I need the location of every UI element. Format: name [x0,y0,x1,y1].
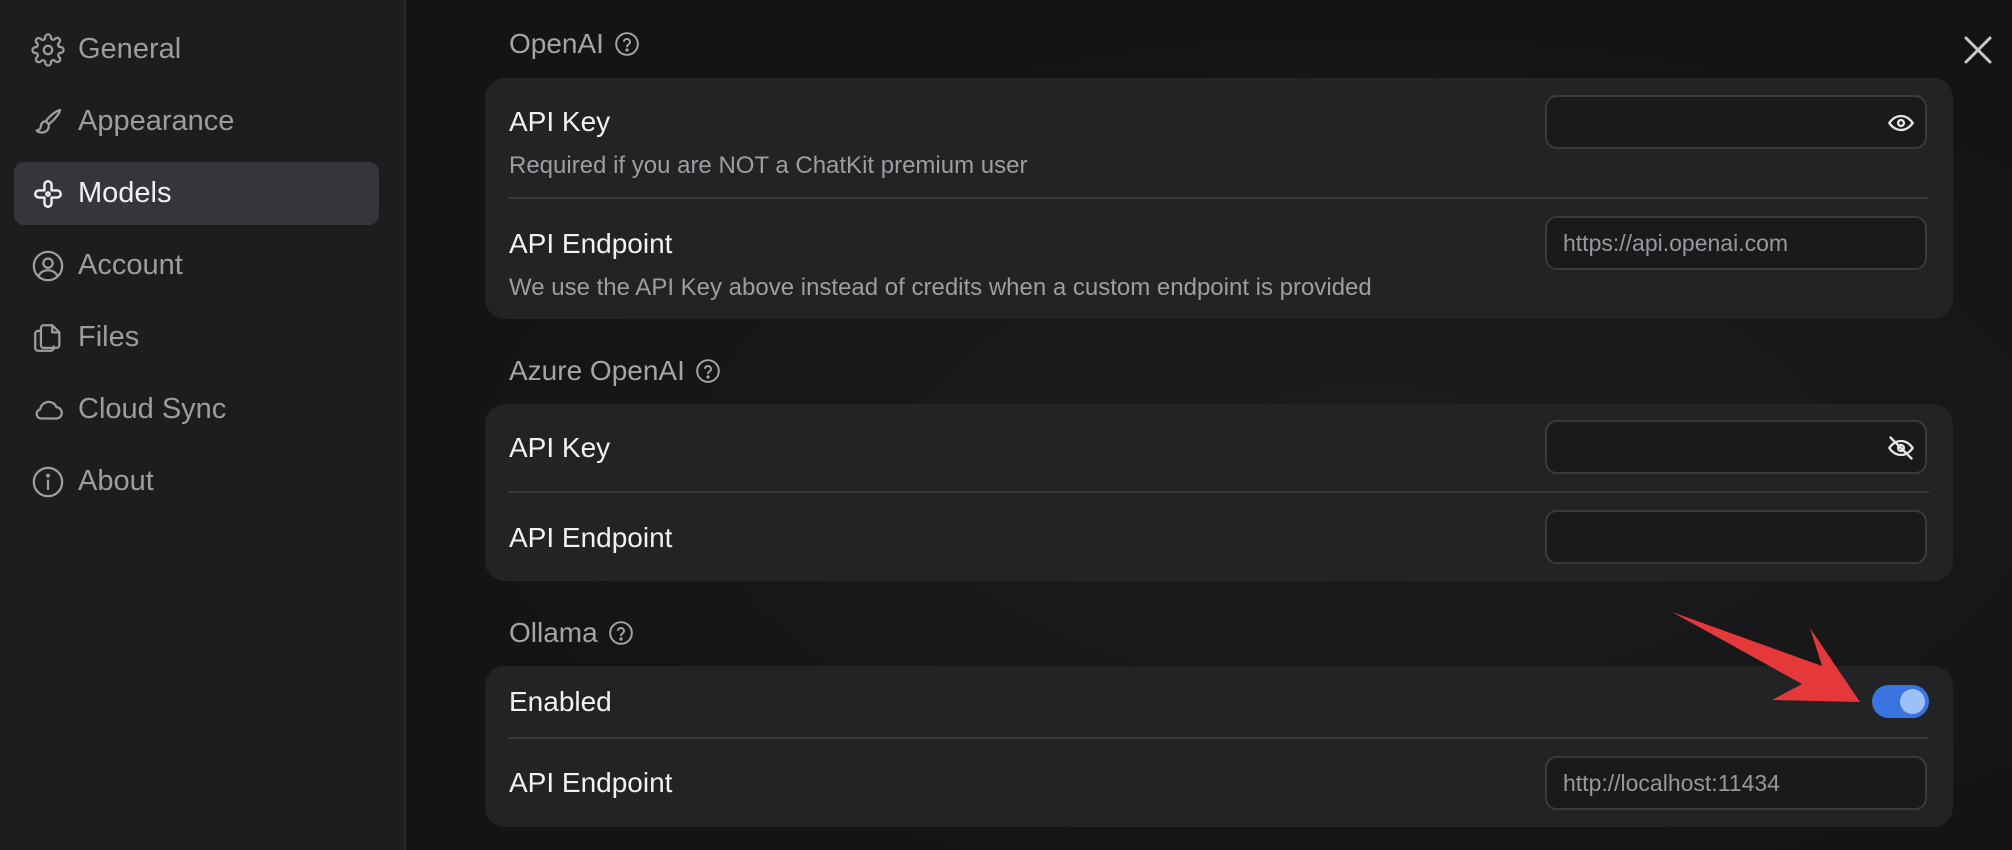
models-icon [31,177,65,211]
ollama-endpoint-label: API Endpoint [509,767,673,798]
section-title-openai: OpenAI [509,28,640,60]
divider [509,491,1929,493]
annotation-arrow-icon [1672,612,1860,702]
openai-api-key-input[interactable] [1563,108,1863,136]
sidebar-item-label: General [78,33,182,65]
section-title-azure: Azure OpenAI [509,355,721,387]
sidebar-item-label: About [78,465,154,497]
ollama-endpoint-field[interactable] [1545,756,1927,810]
help-icon[interactable] [614,31,640,57]
sidebar-item-appearance[interactable]: Appearance [14,90,379,153]
ollama-endpoint-input[interactable] [1563,769,1863,797]
sidebar-item-models[interactable]: Models [14,162,379,225]
openai-endpoint-label: API Endpoint [509,228,673,259]
sidebar-item-about[interactable]: About [14,450,379,513]
gear-icon [31,32,65,67]
section-title-text: Ollama [509,617,598,648]
azure-api-key-input[interactable] [1563,433,1863,461]
help-icon[interactable] [608,620,634,646]
brush-icon [31,105,65,139]
azure-api-key-label: API Key [509,432,611,463]
openai-endpoint-field[interactable] [1545,216,1927,270]
eye-icon[interactable] [1887,109,1915,137]
sidebar-item-files[interactable]: Files [14,306,379,369]
azure-endpoint-field[interactable] [1545,510,1927,564]
toggle-knob [1900,689,1925,714]
section-title-text: OpenAI [509,28,604,59]
cloud-icon [31,393,65,427]
openai-endpoint-input[interactable] [1563,229,1863,257]
divider [509,737,1929,739]
openai-api-key-field[interactable] [1545,95,1927,149]
sidebar-item-label: Files [78,321,140,353]
sidebar-item-general[interactable]: General [14,18,379,81]
sidebar-item-label: Account [78,249,183,281]
eye-off-icon[interactable] [1887,434,1915,462]
close-icon[interactable] [1960,32,1996,68]
sidebar-item-cloud-sync[interactable]: Cloud Sync [14,378,379,441]
azure-api-key-field[interactable] [1545,420,1927,474]
ollama-enabled-toggle[interactable] [1872,685,1929,718]
section-title-ollama: Ollama [509,617,634,649]
settings-sidebar: General Appearance Models Account Files … [0,0,406,850]
openai-endpoint-description: We use the API Key above instead of cred… [509,274,1372,301]
divider [509,197,1929,199]
openai-api-key-description: Required if you are NOT a ChatKit premiu… [509,152,1028,179]
azure-endpoint-label: API Endpoint [509,522,673,553]
azure-settings-card: API Key API Endpoint [485,404,1953,581]
sidebar-item-label: Appearance [78,105,235,137]
section-title-text: Azure OpenAI [509,355,685,386]
openai-api-key-label: API Key [509,106,611,137]
files-icon [31,321,65,355]
openai-settings-card: API Key Required if you are NOT a ChatKi… [485,78,1953,319]
info-icon [31,465,65,499]
ollama-enabled-label: Enabled [509,686,612,717]
sidebar-item-label: Cloud Sync [78,393,227,425]
help-icon[interactable] [695,358,721,384]
user-circle-icon [31,249,65,283]
sidebar-item-label: Models [78,177,172,209]
sidebar-item-account[interactable]: Account [14,234,379,297]
azure-endpoint-input[interactable] [1563,523,1863,551]
